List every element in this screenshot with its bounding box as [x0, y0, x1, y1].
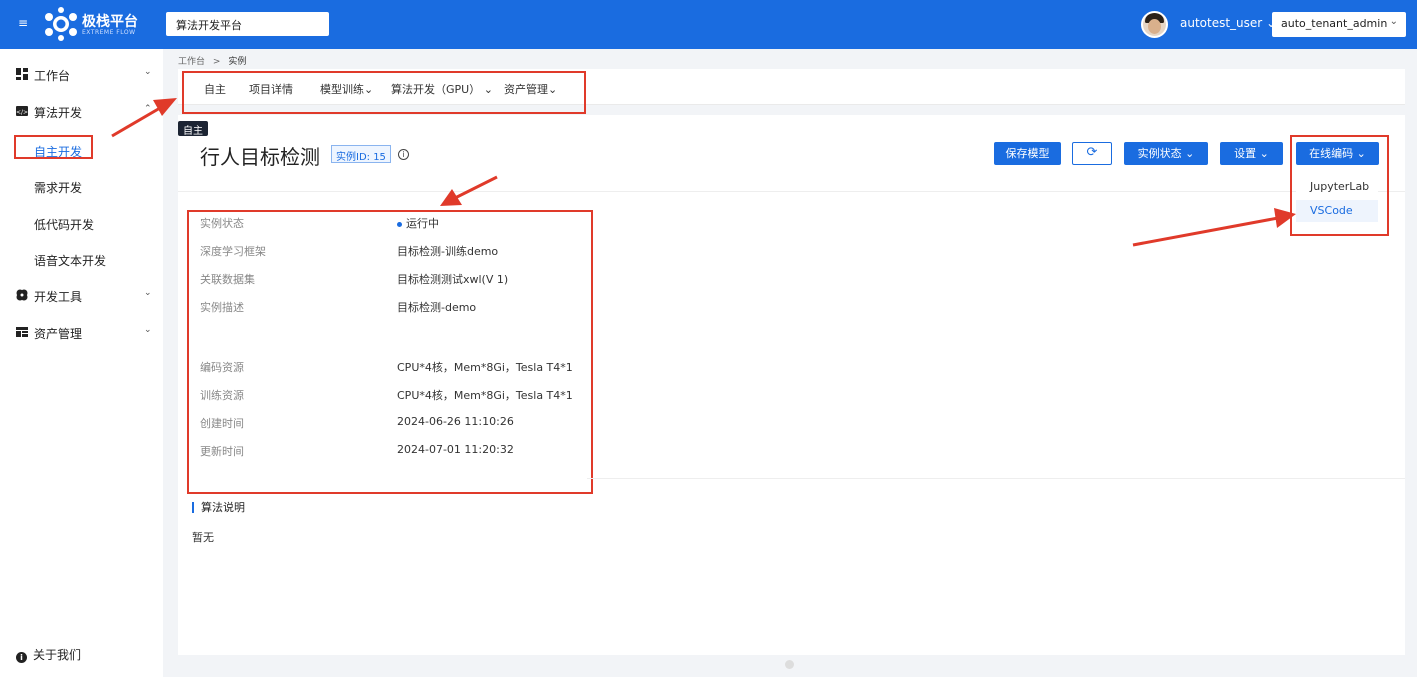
- arrow-to-details: [440, 175, 498, 206]
- annotation-arrows: [111, 98, 1296, 247]
- arrow-to-tabs: [111, 98, 177, 138]
- arrow-to-vscode: [1132, 208, 1296, 247]
